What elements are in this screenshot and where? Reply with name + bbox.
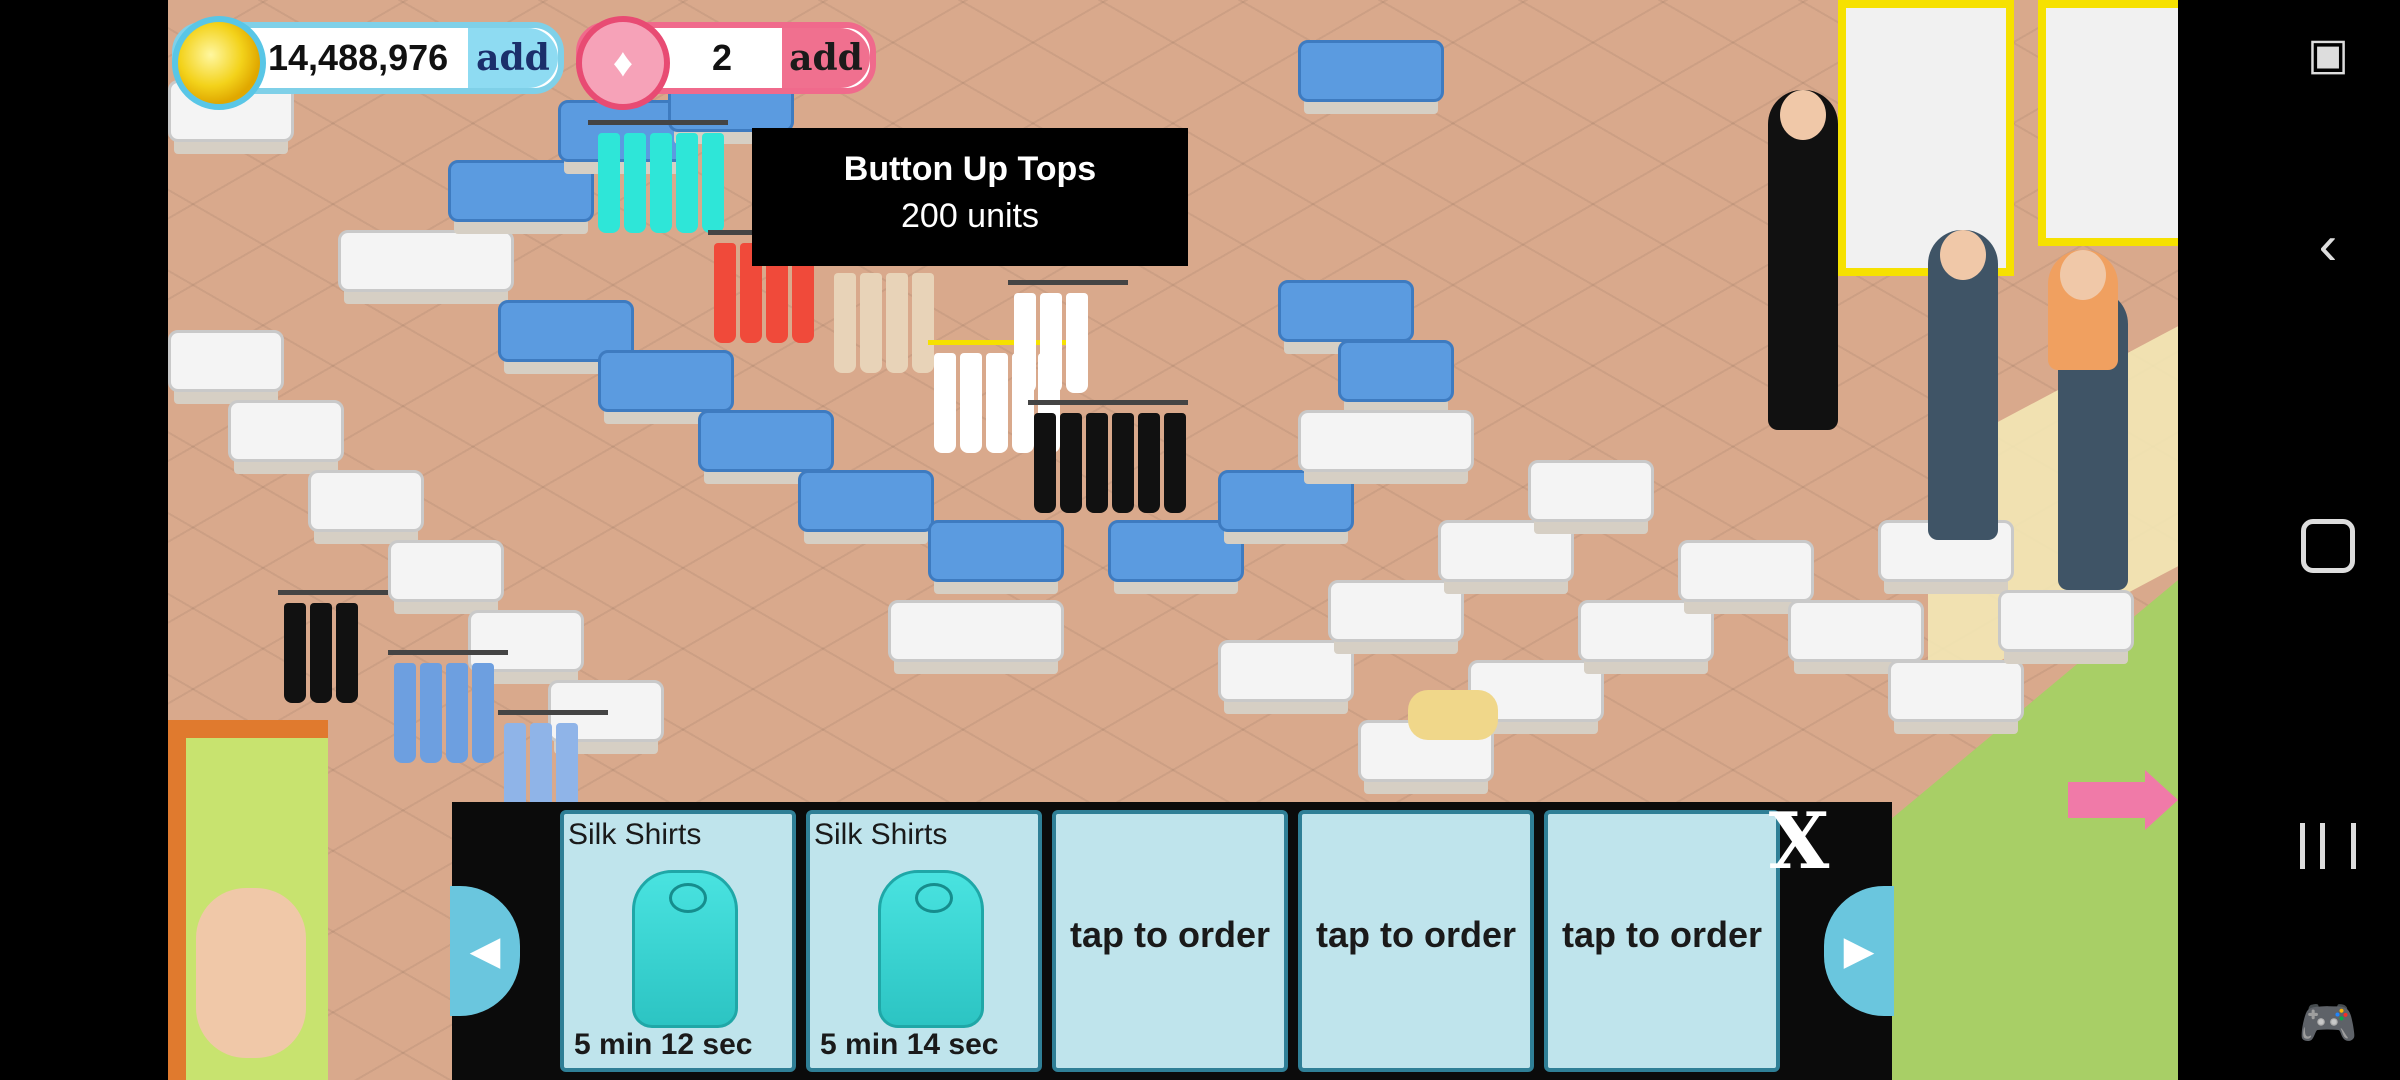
shopper-woman[interactable]: [1768, 90, 1838, 430]
tray-next-button[interactable]: ▶: [1824, 886, 1894, 1016]
tooltip-units: 200 units: [901, 197, 1039, 235]
home-nav-icon[interactable]: [2288, 506, 2368, 586]
order-slot-empty[interactable]: tap to order: [1052, 810, 1288, 1072]
order-slot[interactable]: Silk Shirts 5 min 14 sec: [806, 810, 1042, 1072]
accessory-shelf[interactable]: [2038, 0, 2178, 246]
slot-timer: 5 min 12 sec: [574, 1028, 753, 1061]
display-table[interactable]: [888, 600, 1064, 662]
display-table[interactable]: [928, 520, 1064, 582]
coin-balance: 14,488,976 add: [172, 16, 564, 110]
display-table[interactable]: [1888, 660, 2024, 722]
display-table[interactable]: [308, 470, 424, 532]
display-table[interactable]: [1218, 640, 1354, 702]
gem-value: 2: [711, 37, 733, 78]
shoes-display[interactable]: [1408, 690, 1498, 740]
tooltip-title: Button Up Tops: [843, 150, 1097, 188]
screen-tool-icon[interactable]: ▣: [2288, 14, 2368, 94]
display-table[interactable]: [1218, 470, 1354, 532]
display-table[interactable]: [1438, 520, 1574, 582]
avatar: [196, 888, 306, 1058]
display-table[interactable]: [698, 410, 834, 472]
back-nav-icon[interactable]: ‹: [2288, 204, 2368, 284]
clothing-rack[interactable]: [1008, 280, 1128, 395]
slot-item-name: Silk Shirts: [814, 818, 948, 851]
coin-icon: [172, 16, 266, 110]
gamepad-icon[interactable]: 🎮: [2288, 982, 2368, 1062]
display-table[interactable]: [1338, 340, 1454, 402]
tray-prev-button[interactable]: ◀: [450, 886, 520, 1016]
display-table[interactable]: [448, 160, 594, 222]
clothing-rack[interactable]: [588, 120, 728, 235]
close-tray-button[interactable]: X: [1754, 802, 1844, 882]
chevron-left-icon: ◀: [469, 929, 501, 973]
order-slot-empty[interactable]: tap to order: [1544, 810, 1780, 1072]
tap-to-order-label: tap to order: [1069, 914, 1270, 955]
display-table[interactable]: [1278, 280, 1414, 342]
display-table[interactable]: [598, 350, 734, 412]
add-coins-button[interactable]: add: [468, 28, 558, 88]
clothing-rack[interactable]: [388, 650, 508, 765]
slot-item-name: Silk Shirts: [568, 818, 702, 851]
shopper-man[interactable]: [1928, 230, 1998, 540]
order-tray: ◀ Silk Shirts 5 min 12 sec Silk Shirts 5…: [450, 802, 1894, 1080]
add-gems-button[interactable]: add: [782, 28, 870, 88]
display-table[interactable]: [228, 400, 344, 462]
silk-shirt-icon: [878, 870, 984, 1028]
accessory-shelf[interactable]: [1838, 0, 2014, 276]
recents-nav-icon[interactable]: [2288, 806, 2368, 886]
coin-value: 14,488,976: [268, 37, 449, 78]
display-table[interactable]: [1678, 540, 1814, 602]
display-table[interactable]: [1328, 580, 1464, 642]
display-table[interactable]: [338, 230, 514, 292]
gem-balance: ♦ 2 add: [576, 16, 876, 110]
display-table[interactable]: [798, 470, 934, 532]
display-table[interactable]: [168, 330, 284, 392]
display-table[interactable]: [1528, 460, 1654, 522]
display-table[interactable]: [1788, 600, 1924, 662]
order-slot[interactable]: Silk Shirts 5 min 12 sec: [560, 810, 796, 1072]
tap-to-order-label: tap to order: [1561, 914, 1762, 955]
diamond-icon: ♦: [576, 16, 670, 110]
clothing-rack[interactable]: [1028, 400, 1188, 515]
item-tooltip: Button Up Tops 200 units: [752, 128, 1188, 266]
display-table[interactable]: [1578, 600, 1714, 662]
display-table[interactable]: [1998, 590, 2134, 652]
clothing-rack[interactable]: [278, 590, 388, 705]
silk-shirt-icon: [632, 870, 738, 1028]
chevron-right-icon: ▶: [1843, 929, 1875, 973]
display-table[interactable]: [1298, 40, 1444, 102]
display-table[interactable]: [1298, 410, 1474, 472]
tap-to-order-label: tap to order: [1315, 914, 1516, 955]
order-slot-empty[interactable]: tap to order: [1298, 810, 1534, 1072]
manager-avatar[interactable]: [168, 720, 328, 1080]
shopper-child[interactable]: [2048, 250, 2118, 370]
display-table[interactable]: [388, 540, 504, 602]
slot-timer: 5 min 14 sec: [820, 1028, 999, 1061]
